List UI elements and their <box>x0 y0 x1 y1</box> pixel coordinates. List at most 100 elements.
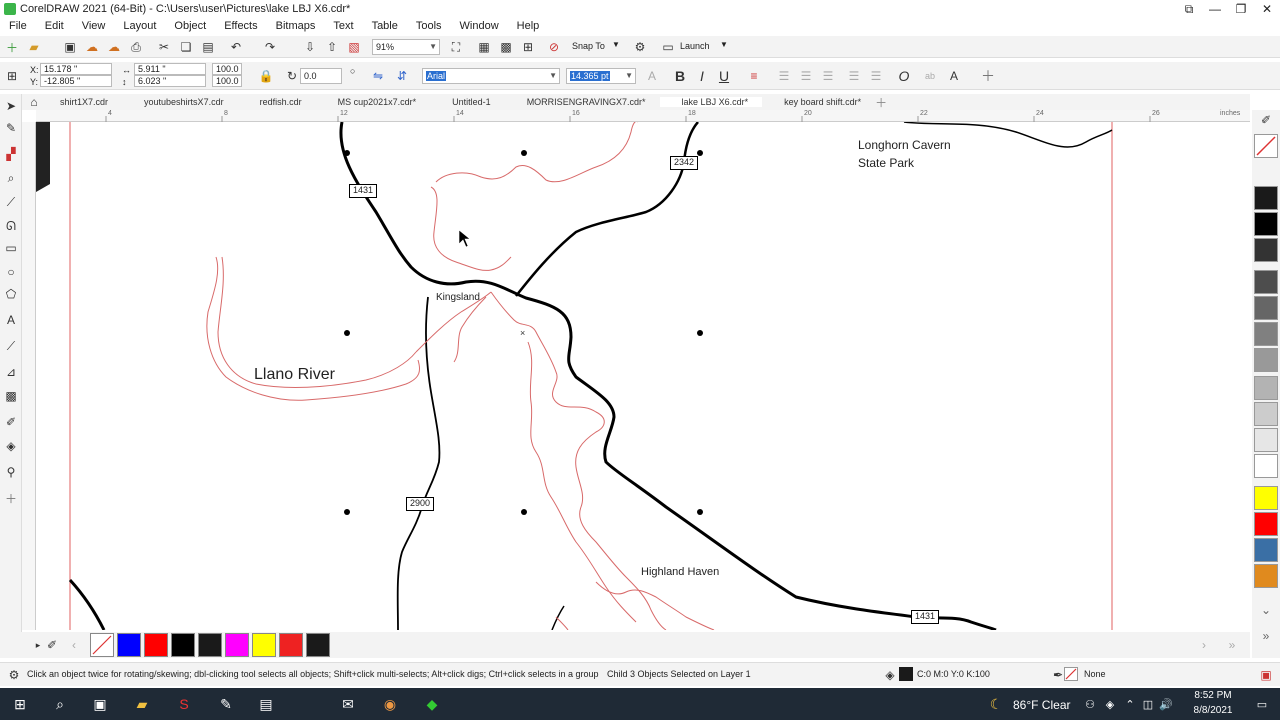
ellipse-tool-icon[interactable]: ○ <box>3 264 19 280</box>
snap-off-icon[interactable]: ⊘ <box>546 39 562 55</box>
tab-lake-lbj-x6[interactable]: lake LBJ X6.cdr* <box>659 97 763 107</box>
swatch-color[interactable] <box>1254 348 1278 372</box>
save-icon[interactable]: ▣ <box>62 39 78 55</box>
doc-swatch[interactable] <box>171 633 195 657</box>
vertical-ruler[interactable] <box>22 122 36 630</box>
redo-icon[interactable]: ↷ <box>262 39 278 55</box>
scale-height-field[interactable]: 100.0 <box>212 75 242 87</box>
network-icon[interactable]: ◫ <box>1138 694 1158 714</box>
zoom-tool-icon[interactable]: ⌕ <box>3 170 19 186</box>
font-list-icon[interactable]: A <box>644 68 660 84</box>
outline-color-swatch[interactable] <box>1064 667 1078 681</box>
interactive-fill-icon[interactable]: ◈ <box>3 438 19 454</box>
doc-swatch[interactable] <box>306 633 330 657</box>
menu-view[interactable]: View <box>73 20 115 32</box>
y-position-field[interactable]: -12.805 " <box>40 75 112 87</box>
menu-window[interactable]: Window <box>451 20 508 32</box>
weather-text[interactable]: 86°F Clear <box>1013 698 1071 712</box>
freehand-tool-icon[interactable]: ⟋ <box>3 194 19 210</box>
swatch-no-color[interactable] <box>1254 134 1278 158</box>
tab-redfish[interactable]: redfish.cdr <box>238 97 316 107</box>
menu-text[interactable]: Text <box>324 20 362 32</box>
launch-icon[interactable]: ▭ <box>660 39 676 55</box>
connector-tool-icon[interactable]: ⊿ <box>3 364 19 380</box>
text-properties-icon[interactable]: O <box>896 68 912 84</box>
people-icon[interactable]: ⚇ <box>1080 694 1100 714</box>
swatch-color[interactable] <box>1254 538 1278 562</box>
swatch-color[interactable] <box>1254 376 1278 400</box>
tab-morrisengravingx7[interactable]: MORRISENGRAVINGX7.cdr* <box>505 97 660 107</box>
volume-icon[interactable]: 🔊 <box>1156 694 1176 714</box>
artistic-media-icon[interactable]: ᘏ <box>3 218 19 234</box>
menu-layout[interactable]: Layout <box>114 20 165 32</box>
coreldraw-taskbar-icon[interactable]: S <box>174 694 194 714</box>
task-view-icon[interactable]: ▣ <box>90 694 110 714</box>
chrome-icon[interactable]: ◉ <box>380 694 400 714</box>
scroll-right-icon[interactable]: › <box>1196 637 1212 653</box>
doc-swatch[interactable] <box>117 633 141 657</box>
tab-youtubeshirtsx7[interactable]: youtubeshirtsX7.cdr <box>122 97 238 107</box>
swatch-color[interactable] <box>1254 296 1278 320</box>
edit-text-icon[interactable]: ab <box>922 68 938 84</box>
new-tab-icon[interactable]: ＋ <box>875 94 887 111</box>
options-gear-icon[interactable]: ⚙ <box>632 39 648 55</box>
expand-palette-icon[interactable]: » <box>1224 637 1240 653</box>
tab-untitled-1[interactable]: Untitled-1 <box>430 97 505 107</box>
height-field[interactable]: 6.023 " <box>134 75 206 87</box>
show-rulers-icon[interactable]: ▦ <box>476 39 492 55</box>
new-document-icon[interactable]: ＋ <box>4 39 20 55</box>
mirror-horizontal-icon[interactable]: ⇋ <box>370 68 386 84</box>
snap-to-dropdown[interactable]: Snap To <box>572 41 605 51</box>
text-align-icon[interactable]: ≡ <box>746 68 762 84</box>
bold-button[interactable]: B <box>672 68 688 84</box>
clock-time[interactable]: 8:52 PM <box>1188 690 1238 701</box>
text-tool-icon[interactable]: A <box>3 312 19 328</box>
dropbox-icon[interactable]: ◈ <box>1100 694 1120 714</box>
palette-expand-icon[interactable]: » <box>1258 628 1274 644</box>
parallel-dimension-icon[interactable]: ⟋ <box>3 338 19 354</box>
home-icon[interactable]: ⌂ <box>26 94 42 110</box>
swatch-color[interactable] <box>1254 402 1278 426</box>
menu-tools[interactable]: Tools <box>407 20 451 32</box>
doc-swatch[interactable] <box>198 633 222 657</box>
doc-palette-eyedropper-icon[interactable]: ✐ <box>44 637 60 653</box>
swatch-color[interactable] <box>1254 270 1278 294</box>
fill-color-swatch[interactable] <box>899 667 913 681</box>
doc-swatch[interactable] <box>225 633 249 657</box>
undo-icon[interactable]: ↶ <box>228 39 244 55</box>
underline-button[interactable]: U <box>716 68 732 84</box>
status-gear-icon[interactable]: ⚙ <box>6 667 22 683</box>
rectangle-tool-icon[interactable]: ▭ <box>3 240 19 256</box>
swatch-color[interactable] <box>1254 322 1278 346</box>
show-grid-icon[interactable]: ▩ <box>498 39 514 55</box>
swatch-color[interactable] <box>1254 212 1278 236</box>
menu-table[interactable]: Table <box>363 20 407 32</box>
scale-width-field[interactable]: 100.0 <box>212 63 242 75</box>
rotation-angle-field[interactable]: 0.0 <box>300 68 342 84</box>
notepad-icon[interactable]: ▤ <box>256 694 276 714</box>
menu-help[interactable]: Help <box>508 20 549 32</box>
smart-fill-icon[interactable]: ⚲ <box>3 464 19 480</box>
map-artwork[interactable]: × <box>36 122 1250 630</box>
tab-key-board-shift[interactable]: key board shift.cdr* <box>762 97 875 107</box>
close-button[interactable]: ✕ <box>1254 0 1280 18</box>
numbered-list-icon[interactable]: ☰ <box>798 68 814 84</box>
pick-tool-icon[interactable]: ➤ <box>3 98 19 114</box>
swatch-color[interactable] <box>1254 512 1278 536</box>
menu-edit[interactable]: Edit <box>36 20 73 32</box>
scroll-left-icon[interactable]: ‹ <box>66 637 82 653</box>
add-property-icon[interactable]: ＋ <box>980 68 996 84</box>
zoom-level-combo[interactable]: 91% ▼ <box>372 39 440 55</box>
cloud-download-icon[interactable]: ☁ <box>84 39 100 55</box>
rotate-icon[interactable]: ↻ <box>284 68 300 84</box>
launch-dropdown[interactable]: Launch <box>680 41 710 51</box>
font-size-combo[interactable]: 14.365 pt ▼ <box>566 68 636 84</box>
x-position-field[interactable]: 15.178 " <box>40 63 112 75</box>
outdent-icon[interactable]: ☰ <box>868 68 884 84</box>
app-status-icon[interactable]: ▣ <box>1258 667 1274 683</box>
minimize-button[interactable]: — <box>1202 0 1228 18</box>
menu-object[interactable]: Object <box>165 20 215 32</box>
horizontal-ruler[interactable]: 4 8 12 14 16 18 20 22 24 26 inches <box>36 110 1250 122</box>
cut-icon[interactable]: ✂ <box>156 39 172 55</box>
file-explorer-icon[interactable]: ▰ <box>132 694 152 714</box>
